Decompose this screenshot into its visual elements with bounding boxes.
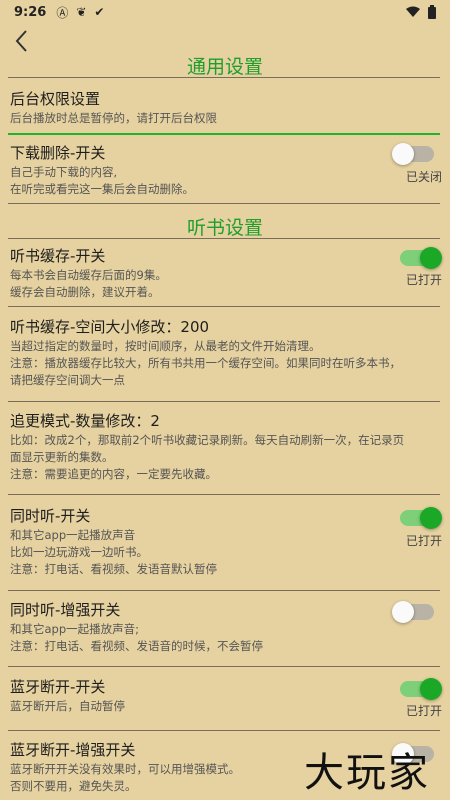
wifi-icon — [406, 6, 420, 17]
setting-desc: 注意：需要追更的内容，一定要先收藏。 — [10, 467, 217, 481]
setting-title: 后台权限设置 — [10, 90, 101, 108]
battery-icon — [428, 5, 436, 19]
setting-title: 下载删除-开关 — [10, 144, 106, 162]
divider — [8, 306, 440, 307]
simultaneous-state: 已打开 — [405, 534, 442, 548]
toggle-knob — [392, 143, 414, 165]
download-delete-state: 已关闭 — [405, 170, 442, 184]
listen-cache-state: 已打开 — [405, 273, 442, 287]
section-title-general: 通用设置 — [186, 56, 263, 78]
simultaneous-enhanced-toggle[interactable] — [392, 601, 434, 623]
setting-simultaneous-enhanced[interactable]: 同时听-增强开关 和其它app一起播放声音; 注意：打电话、看视频、发语音的时候… — [10, 599, 440, 655]
divider — [8, 203, 440, 204]
notification-leaf-icon: ❦ — [76, 5, 87, 19]
download-delete-toggle[interactable] — [392, 143, 434, 165]
divider — [8, 494, 440, 495]
divider — [8, 238, 440, 239]
setting-desc: 后台播放时总是暂停的，请打开后台权限 — [10, 111, 217, 125]
setting-title: 追更模式-数量修改：2 — [10, 412, 160, 430]
setting-desc: 注意：打电话、看视频、发语音默认暂停 — [10, 562, 217, 576]
toggle-knob — [392, 601, 414, 623]
bluetooth-disconnect-state: 已打开 — [405, 704, 442, 718]
watermark-logo: 大玩家 — [304, 750, 430, 796]
setting-follow-mode[interactable]: 追更模式-数量修改：2 比如：改成2个，那取前2个听书收藏记录刷新。每天自动刷新… — [10, 410, 440, 483]
divider — [8, 666, 440, 667]
setting-desc: 和其它app一起播放声音 — [10, 528, 136, 542]
chevron-left-icon — [15, 30, 27, 52]
setting-bluetooth-disconnect[interactable]: 蓝牙断开-开关 蓝牙断开后，自动暂停 — [10, 676, 440, 715]
status-bar: 9:26 Ⓐ ❦ ✔ — [0, 0, 450, 24]
setting-desc: 每本书会自动缓存后面的9集。 — [10, 268, 167, 282]
simultaneous-toggle[interactable] — [400, 507, 442, 529]
setting-desc: 当超过指定的数量时，按时间顺序，从最老的文件开始清理。 — [10, 339, 321, 353]
setting-desc: 在听完或看完这一集后会自动删除。 — [10, 182, 194, 196]
bluetooth-disconnect-toggle[interactable] — [400, 678, 442, 700]
toggle-knob — [420, 507, 442, 529]
setting-desc: 注意：打电话、看视频、发语音的时候，不会暂停 — [10, 639, 263, 653]
setting-simultaneous[interactable]: 同时听-开关 和其它app一起播放声音 比如一边玩游戏一边听书。 注意：打电话、… — [10, 505, 440, 578]
divider — [8, 730, 440, 731]
setting-desc: 面显示更新的集数。 — [10, 450, 114, 464]
setting-title: 同时听-开关 — [10, 507, 91, 525]
setting-desc: 比如：改成2个，那取前2个听书收藏记录刷新。每天自动刷新一次，在记录页 — [10, 433, 405, 447]
download-done-icon: ✔ — [94, 5, 105, 19]
notification-a-icon: Ⓐ — [56, 5, 69, 20]
setting-background-permission[interactable]: 后台权限设置 后台播放时总是暂停的，请打开后台权限 — [10, 88, 440, 127]
setting-title: 听书缓存-空间大小修改：200 — [10, 318, 210, 336]
setting-download-delete[interactable]: 下载删除-开关 自己手动下载的内容, 在听完或看完这一集后会自动删除。 — [10, 142, 440, 198]
divider — [8, 401, 440, 402]
setting-desc: 比如一边玩游戏一边听书。 — [10, 545, 148, 559]
divider — [8, 77, 440, 78]
setting-desc: 注意：播放器缓存比较大，所有书共用一个缓存空间。如果同时在听多本书， — [10, 356, 401, 370]
listen-cache-toggle[interactable] — [400, 247, 442, 269]
divider — [8, 590, 440, 591]
setting-cache-size[interactable]: 听书缓存-空间大小修改：200 当超过指定的数量时，按时间顺序，从最老的文件开始… — [10, 316, 440, 389]
setting-desc: 缓存会自动删除，建议开着。 — [10, 285, 160, 299]
setting-title: 同时听-增强开关 — [10, 601, 121, 619]
toggle-knob — [420, 247, 442, 269]
setting-title: 蓝牙断开-开关 — [10, 678, 106, 696]
setting-desc: 请把缓存空间调大一点 — [10, 373, 125, 387]
setting-listen-cache[interactable]: 听书缓存-开关 每本书会自动缓存后面的9集。 缓存会自动删除，建议开着。 — [10, 245, 440, 301]
toggle-knob — [420, 678, 442, 700]
setting-title: 听书缓存-开关 — [10, 247, 106, 265]
setting-desc: 自己手动下载的内容, — [10, 165, 118, 179]
setting-desc: 和其它app一起播放声音; — [10, 622, 140, 636]
status-time: 9:26 — [14, 4, 47, 20]
section-title-listen: 听书设置 — [186, 217, 263, 239]
setting-desc: 蓝牙断开后，自动暂停 — [10, 699, 125, 713]
divider-accent — [8, 133, 440, 135]
